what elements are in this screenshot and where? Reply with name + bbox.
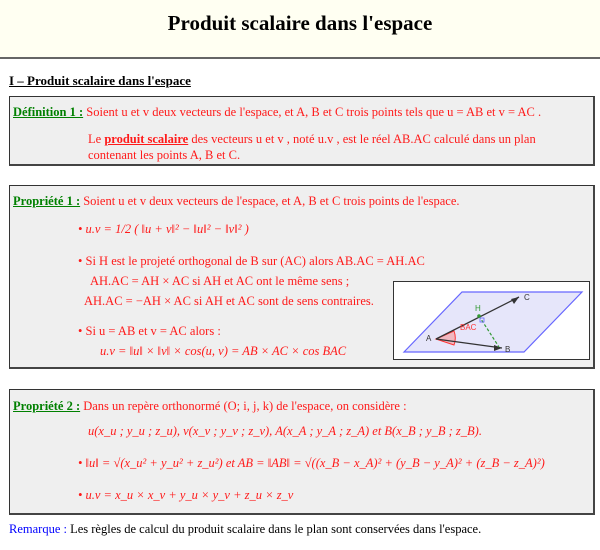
definition-statement: Soient u et v deux vecteurs de l'espace,…	[86, 105, 542, 119]
property2-label: Propriété 2 :	[13, 399, 81, 413]
label-angle: BAC	[460, 323, 477, 332]
label-a: A	[426, 334, 432, 343]
property1-bullet2-line3: AH.AC = −AH × AC si AH et AC sont de sen…	[84, 294, 374, 308]
definition-line3: contenant les points A, B et C.	[88, 148, 241, 162]
point-h	[477, 314, 481, 318]
property1-intro-line: Propriété 1 : Soient u et v deux vecteur…	[13, 194, 460, 209]
page-title: Produit scalaire dans l'espace	[167, 11, 433, 35]
remark-text: Les règles de calcul du produit scalaire…	[70, 522, 482, 536]
plane-shape	[402, 291, 584, 353]
property1-label: Propriété 1 :	[13, 194, 81, 208]
property2-intro-line: Propriété 2 : Dans un repère orthonormé …	[13, 399, 407, 414]
projection-figure: A B C H BAC	[393, 281, 590, 360]
remark-label: Remarque :	[9, 522, 67, 536]
property1-bullet2-line2: AH.AC = AH × AC si AH et AC ont le même …	[90, 274, 350, 288]
label-c: C	[524, 293, 530, 302]
page-header: Produit scalaire dans l'espace	[0, 0, 600, 59]
property1-formula1: • u.v = 1/2 ( ‖u + v‖² − ‖u‖² − ‖v‖² )	[78, 222, 249, 236]
label-b: B	[505, 345, 510, 354]
figure-svg: A B C H BAC	[402, 291, 584, 354]
definition-term: produit scalaire	[104, 132, 189, 146]
definition-line2-rest: des vecteurs u et v , noté u.v , est le …	[191, 132, 536, 146]
property1-intro: Soient u et v deux vecteurs de l'espace,…	[83, 194, 460, 208]
property2-coords: u(x_u ; y_u ; z_u), v(x_v ; y_v ; z_v), …	[88, 424, 482, 438]
property1-bullet3-line2: u.v = ‖u‖ × ‖v‖ × cos(u, v) = AB × AC × …	[100, 344, 347, 358]
property2-intro: Dans un repère orthonormé (O; i, j, k) d…	[83, 399, 407, 413]
property1-bullet2-line1: • Si H est le projeté orthogonal de B su…	[78, 254, 425, 268]
property2-norm: • ‖u‖ = √(x_u² + y_u² + z_u²) et AB = ‖A…	[78, 456, 545, 470]
definition-box: Définition 1 : Soient u et v deux vecteu…	[9, 96, 595, 166]
definition-label: Définition 1 :	[13, 105, 84, 119]
label-h: H	[475, 304, 481, 313]
section-title: I – Produit scalaire dans l'espace	[9, 73, 191, 88]
property1-bullet3-line1: • Si u = AB et v = AC alors :	[78, 324, 221, 338]
definition-line1: Définition 1 : Soient u et v deux vecteu…	[13, 105, 541, 120]
property2-box: Propriété 2 : Dans un repère orthonormé …	[9, 389, 595, 515]
remark: Remarque : Les règles de calcul du produ…	[9, 522, 481, 537]
definition-line2-prefix: Le	[88, 132, 102, 146]
property2-dot: • u.v = x_u × x_v + y_u × y_v + z_u × z_…	[78, 488, 294, 502]
definition-line2: Le produit scalaire des vecteurs u et v …	[88, 132, 536, 147]
